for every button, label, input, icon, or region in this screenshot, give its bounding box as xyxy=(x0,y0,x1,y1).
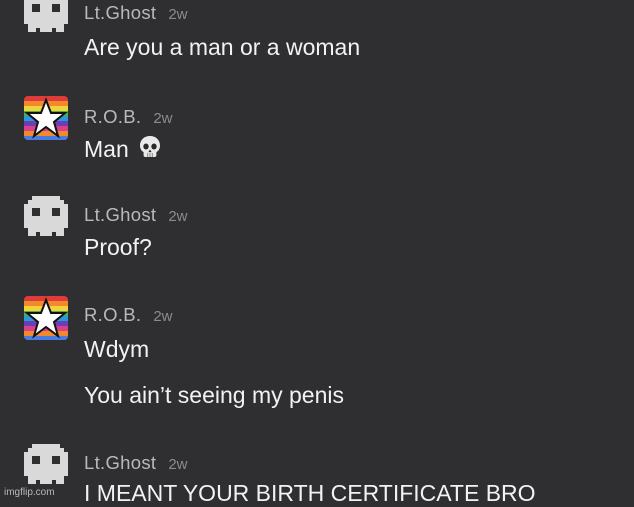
message-header: R.O.B. 2w xyxy=(84,304,173,328)
timestamp: 2w xyxy=(168,208,188,225)
username[interactable]: R.O.B. xyxy=(84,106,141,127)
timestamp: 2w xyxy=(153,110,173,127)
timestamp: 2w xyxy=(168,6,188,23)
username[interactable]: R.O.B. xyxy=(84,304,141,325)
username[interactable]: Lt.Ghost xyxy=(84,204,156,225)
message-header: Lt.Ghost 2w xyxy=(84,204,188,228)
timestamp: 2w xyxy=(168,456,188,473)
message-header: Lt.Ghost 2w xyxy=(84,452,188,476)
ghost-pixel-icon[interactable] xyxy=(24,196,68,240)
rainbow-star-icon[interactable] xyxy=(24,96,68,140)
username[interactable]: Lt.Ghost xyxy=(84,2,156,23)
watermark: imgflip.com xyxy=(4,487,55,498)
skull-emoji xyxy=(137,134,163,166)
message-text: Man xyxy=(84,134,163,166)
message-header: Lt.Ghost 2w xyxy=(84,2,188,26)
chat-thread: Lt.Ghost 2w Are you a man or a woman R.O… xyxy=(0,0,634,506)
message-text: Are you a man or a woman xyxy=(84,34,361,60)
ghost-pixel-icon[interactable] xyxy=(24,0,68,36)
username[interactable]: Lt.Ghost xyxy=(84,452,156,473)
rainbow-star-icon[interactable] xyxy=(24,296,68,340)
message-text: Wdym xyxy=(84,336,150,362)
timestamp: 2w xyxy=(153,308,173,325)
message-text: I MEANT YOUR BIRTH CERTIFICATE BRO xyxy=(84,480,536,506)
message-text-content: Man xyxy=(84,136,129,162)
message-header: R.O.B. 2w xyxy=(84,106,173,130)
message-text: You ain’t seeing my penis xyxy=(84,382,344,408)
ghost-pixel-icon[interactable] xyxy=(24,444,68,488)
message-text: Proof? xyxy=(84,234,152,260)
